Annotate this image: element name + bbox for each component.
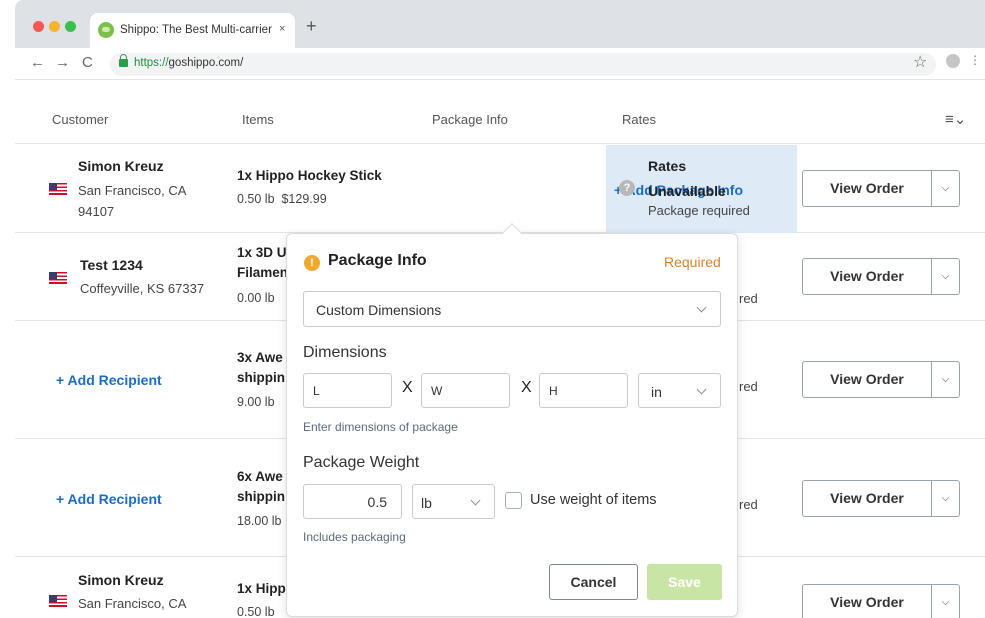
item-name: 6x Awe shippin bbox=[237, 469, 285, 504]
rates-status: red bbox=[739, 497, 758, 512]
package-info-popover: ! Package Info Required Custom Dimension… bbox=[286, 223, 738, 617]
customer-name: Test 1234 bbox=[80, 257, 143, 273]
shippo-favicon-icon bbox=[98, 22, 114, 38]
column-header-rates[interactable]: Rates bbox=[622, 112, 656, 127]
reload-icon[interactable]: C bbox=[82, 54, 93, 71]
dimension-unit-value: in bbox=[651, 384, 662, 400]
tab-title: Shippo: The Best Multi-carrier bbox=[120, 24, 272, 36]
item-weight: 0.00 lb bbox=[237, 291, 275, 305]
weight-unit-select[interactable]: lb bbox=[412, 484, 495, 519]
chevron-down-icon bbox=[470, 495, 481, 506]
length-input[interactable]: L bbox=[303, 373, 392, 408]
height-input[interactable]: H bbox=[539, 373, 628, 408]
add-recipient-link[interactable]: + Add Recipient bbox=[56, 372, 162, 388]
rates-title: Rates bbox=[648, 158, 687, 174]
weight-unit-value: lb bbox=[421, 495, 432, 511]
item-weight: 18.00 lb bbox=[237, 514, 282, 528]
help-icon[interactable]: ? bbox=[619, 180, 635, 196]
chevron-down-icon bbox=[696, 384, 707, 395]
column-menu-icon[interactable]: ≡⌄ bbox=[945, 110, 966, 128]
dimension-unit-select[interactable]: in bbox=[638, 373, 721, 408]
view-order-button[interactable]: View Order bbox=[802, 258, 932, 295]
lock-icon bbox=[119, 54, 128, 67]
column-header-customer[interactable]: Customer bbox=[52, 112, 108, 127]
view-order-button[interactable]: View Order bbox=[802, 361, 932, 398]
rates-unavailable: Unavailable bbox=[648, 183, 726, 199]
use-weight-of-items-label[interactable]: Use weight of items bbox=[530, 492, 657, 508]
rates-status: Package required bbox=[648, 203, 750, 218]
rates-status: red bbox=[739, 379, 758, 394]
item-name: 1x 3D U Filamen bbox=[237, 245, 289, 280]
table-header: Customer Items Package Info Rates ≡⌄ bbox=[15, 100, 985, 144]
close-window-button[interactable] bbox=[33, 21, 44, 32]
new-tab-icon[interactable]: + bbox=[306, 17, 317, 35]
customer-address: San Francisco, CA bbox=[78, 596, 187, 611]
url-field[interactable]: https://goshippo.com/ bbox=[110, 53, 936, 76]
warning-icon: ! bbox=[304, 255, 320, 271]
dimensions-label: Dimensions bbox=[303, 344, 387, 361]
tab-bar: Shippo: The Best Multi-carrier × + bbox=[15, 0, 985, 48]
minimize-window-button[interactable] bbox=[49, 21, 60, 32]
item-name: 1x Hippo Hockey Stick bbox=[237, 168, 382, 183]
customer-address: Coffeyville, KS 67337 bbox=[80, 281, 205, 296]
customer-name: Simon Kreuz bbox=[78, 158, 164, 174]
view-order-button[interactable]: View Order bbox=[802, 584, 932, 618]
item-weight: 0.50 lb bbox=[237, 605, 275, 618]
item-weight: 9.00 lb bbox=[237, 395, 275, 409]
required-label: Required bbox=[664, 254, 721, 270]
customer-name: Simon Kreuz bbox=[78, 572, 164, 588]
use-weight-of-items-checkbox[interactable] bbox=[505, 492, 522, 509]
us-flag-icon bbox=[49, 183, 67, 195]
us-flag-icon bbox=[49, 272, 67, 284]
view-order-button[interactable]: View Order bbox=[802, 480, 932, 517]
browser-tab[interactable]: Shippo: The Best Multi-carrier × bbox=[90, 13, 295, 48]
customer-address: San Francisco, CA 94107 bbox=[78, 183, 186, 219]
us-flag-icon bbox=[49, 595, 67, 607]
url-text: https://goshippo.com/ bbox=[134, 57, 244, 69]
package-template-select[interactable]: Custom Dimensions bbox=[303, 291, 721, 327]
item-weight-price: 0.50 lb $129.99 bbox=[237, 192, 327, 206]
save-button[interactable]: Save bbox=[647, 564, 722, 600]
package-weight-label: Package Weight bbox=[303, 454, 420, 471]
profile-icon[interactable] bbox=[946, 54, 960, 68]
times-separator: X bbox=[402, 379, 413, 396]
cancel-button[interactable]: Cancel bbox=[549, 564, 638, 600]
address-bar: ← → C https://goshippo.com/ ☆ ⋮ bbox=[15, 48, 985, 80]
weight-hint: Includes packaging bbox=[303, 530, 406, 544]
maximize-window-button[interactable] bbox=[65, 21, 76, 32]
rates-status: red bbox=[739, 291, 758, 306]
width-input[interactable]: W bbox=[421, 373, 510, 408]
chevron-down-icon[interactable]: ⌵ bbox=[932, 584, 960, 618]
column-header-items[interactable]: Items bbox=[242, 112, 274, 127]
browser-menu-icon[interactable]: ⋮ bbox=[969, 53, 981, 67]
times-separator: X bbox=[521, 379, 532, 396]
item-name: 3x Awe shippin bbox=[237, 350, 285, 385]
tab-close-icon[interactable]: × bbox=[279, 23, 285, 35]
chevron-down-icon[interactable]: ⌵ bbox=[932, 361, 960, 398]
chevron-down-icon bbox=[696, 302, 707, 313]
chevron-down-icon[interactable]: ⌵ bbox=[932, 480, 960, 517]
chevron-down-icon[interactable]: ⌵ bbox=[932, 170, 960, 207]
chevron-down-icon[interactable]: ⌵ bbox=[932, 258, 960, 295]
item-name: 1x Hipp bbox=[237, 581, 286, 596]
popover-title: Package Info bbox=[328, 252, 427, 269]
bookmark-star-icon[interactable]: ☆ bbox=[913, 52, 927, 72]
add-recipient-link[interactable]: + Add Recipient bbox=[56, 491, 162, 507]
dimensions-hint: Enter dimensions of package bbox=[303, 420, 458, 434]
back-arrow-icon[interactable]: ← bbox=[30, 54, 45, 71]
weight-input[interactable]: 0.5 bbox=[303, 484, 402, 519]
view-order-button[interactable]: View Order bbox=[802, 170, 932, 207]
package-template-value: Custom Dimensions bbox=[316, 302, 442, 318]
column-header-package-info[interactable]: Package Info bbox=[432, 112, 508, 127]
table-row[interactable]: Simon Kreuz San Francisco, CA 94107 1x H… bbox=[15, 145, 985, 233]
forward-arrow-icon[interactable]: → bbox=[55, 54, 70, 71]
